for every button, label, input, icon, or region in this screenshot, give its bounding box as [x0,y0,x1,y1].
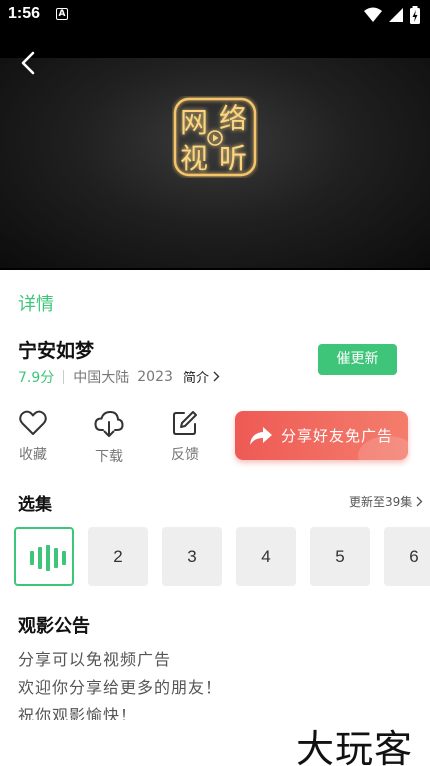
download-label: 下载 [95,449,123,465]
cloud-download-icon [94,410,124,437]
intro-link[interactable]: 简介 [183,367,220,386]
video-player[interactable]: 网 络 视 听 [0,30,430,270]
notice-title: 观影公告 [18,616,90,637]
episode-item[interactable]: 6 [384,527,430,586]
share-arrow-icon [250,426,272,445]
meta-divider [63,370,65,384]
episode-item[interactable]: 4 [236,527,296,586]
intro-label: 简介 [183,371,210,386]
wifi-icon [364,7,382,22]
logo-char-3: 视 [180,142,208,175]
episode-item[interactable]: 3 [162,527,222,586]
favorite-button[interactable]: 收藏 [11,410,55,464]
network-av-logo: 网 络 视 听 [173,97,257,177]
region: 中国大陆 [73,370,130,386]
battery-charging-icon [410,6,420,24]
episodes-update-status: 更新至39集 [349,495,413,509]
notification-badge-icon: A [56,8,68,20]
chevron-right-icon [416,496,423,507]
feedback-button[interactable]: 反馈 [163,410,207,464]
details-section-title: 详情 [18,294,54,315]
episode-list[interactable]: 2 3 4 5 6 [14,527,430,587]
system-icons [364,6,420,24]
episode-item[interactable]: 5 [310,527,370,586]
notice-line: 欢迎你分享给更多的朋友！ [18,678,223,697]
share-friends-banner[interactable]: 分享好友免广告 [235,411,408,460]
signal-icon [389,8,403,22]
episodes-more-link[interactable]: 更新至39集 [349,493,423,510]
notice-line: 分享可以免视频广告 [18,650,172,669]
episodes-title: 选集 [18,495,52,515]
notice-body: 分享可以免视频广告 欢迎你分享给更多的朋友！ 祝你观影愉快！ [18,646,318,720]
edit-icon [173,411,197,435]
favorite-label: 收藏 [19,447,47,463]
back-arrow-icon[interactable] [18,50,42,76]
episode-item[interactable]: 2 [88,527,148,586]
logo-char-4: 听 [219,142,247,175]
logo-char-1: 网 [180,106,208,139]
feedback-label: 反馈 [171,447,199,463]
rating: 7.9分 [18,370,55,386]
download-button[interactable]: 下载 [87,410,131,466]
logo-char-2: 络 [219,102,247,135]
request-update-button[interactable]: 催更新 [318,344,397,375]
year: 2023 [137,369,173,385]
heart-icon [19,410,47,435]
notice-line: 祝你观影愉快！ [18,706,138,720]
status-time: 1:56 [8,5,41,22]
show-title: 宁安如梦 [18,340,95,362]
status-bar: 1:56 A [0,0,430,30]
chevron-right-icon [213,371,220,382]
site-watermark: 大玩客 [296,727,414,766]
show-meta: 7.9分 中国大陆 2023 [18,367,173,387]
episode-1-playing[interactable] [14,527,74,586]
now-playing-icon [30,545,66,571]
